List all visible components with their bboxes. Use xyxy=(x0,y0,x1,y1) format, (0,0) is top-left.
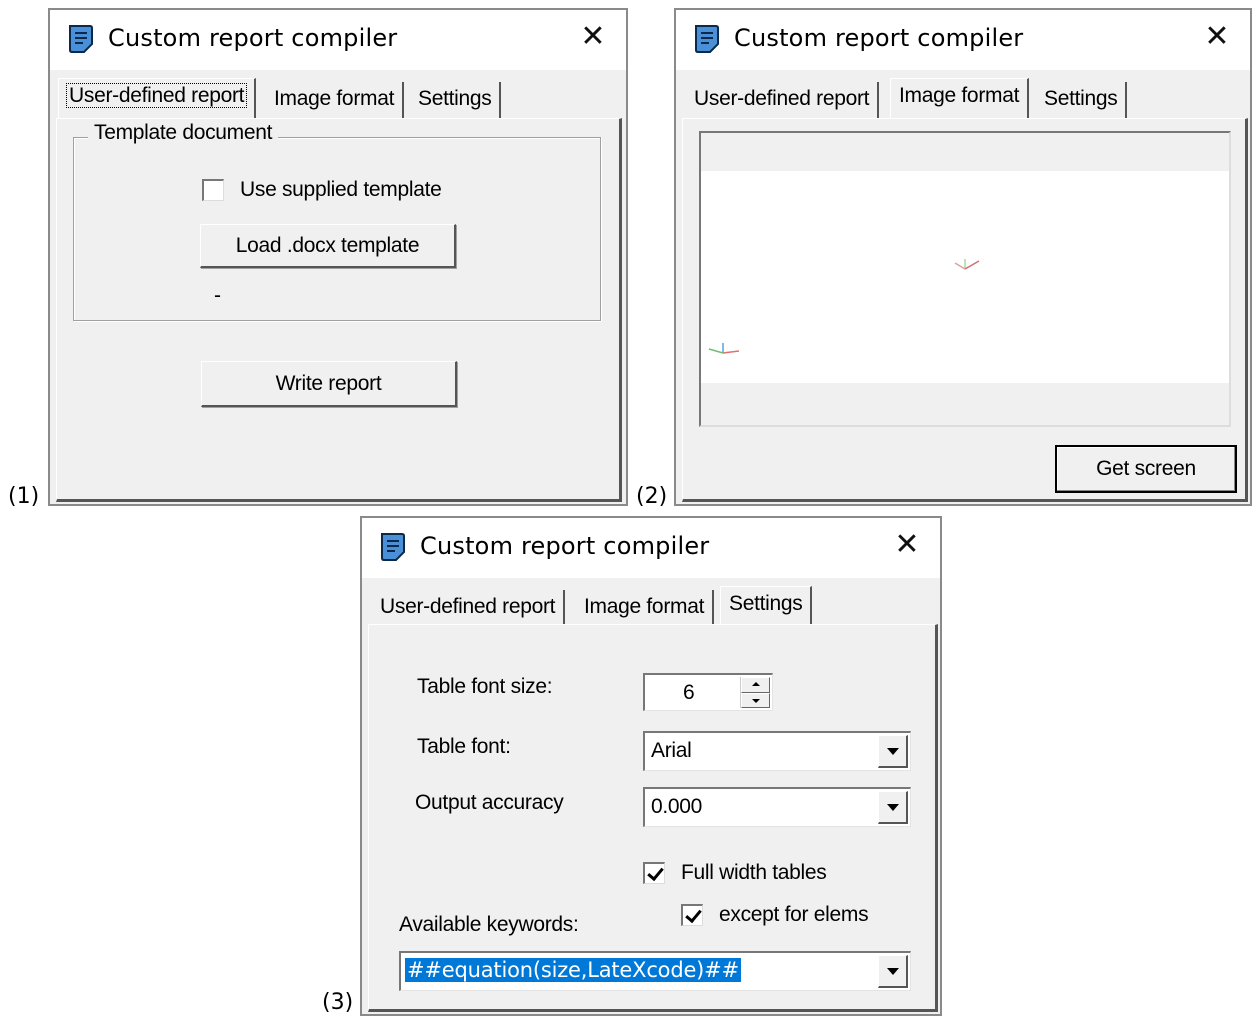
panel-label-1: (1) xyxy=(8,484,40,509)
close-icon[interactable]: ✕ xyxy=(890,528,924,562)
available-keywords-select[interactable]: ##equation(size,LateXcode)## xyxy=(399,951,911,991)
window-title: Custom report compiler xyxy=(420,532,710,560)
panel-label-2: (2) xyxy=(636,484,668,509)
window-title: Custom report compiler xyxy=(734,24,1024,52)
available-keywords-label: Available keywords: xyxy=(399,913,579,936)
tab-image-format[interactable]: Image format xyxy=(890,78,1030,118)
spin-up-icon[interactable] xyxy=(741,677,770,693)
close-icon[interactable]: ✕ xyxy=(576,20,610,54)
report-compiler-window-2: Custom report compiler ✕ User-defined re… xyxy=(674,8,1252,506)
report-compiler-window-1: Custom report compiler ✕ User-defined re… xyxy=(48,8,628,506)
close-icon[interactable]: ✕ xyxy=(1200,20,1234,54)
document-icon xyxy=(381,533,405,561)
tab-image-format[interactable]: Image format xyxy=(576,590,715,626)
tab-panel-settings: Table font size: 6 Table font: Arial Out… xyxy=(368,624,938,1012)
tab-image-format[interactable]: Image format xyxy=(266,82,405,118)
spin-buttons xyxy=(740,677,770,708)
table-font-select[interactable]: Arial xyxy=(643,731,911,771)
tab-user-defined-report[interactable]: User-defined report xyxy=(372,590,566,626)
full-width-tables-row[interactable]: Full width tables xyxy=(643,861,827,885)
use-template-row[interactable]: Use supplied template xyxy=(202,178,442,202)
tab-user-defined-report[interactable]: User-defined report xyxy=(58,78,257,118)
screen-preview-canvas xyxy=(701,171,1229,383)
get-screen-button[interactable]: Get screen xyxy=(1055,445,1237,493)
document-icon xyxy=(695,25,719,53)
full-width-tables-checkbox[interactable] xyxy=(643,862,665,884)
tab-settings[interactable]: Settings xyxy=(1036,82,1128,118)
output-accuracy-select[interactable]: 0.000 xyxy=(643,787,911,827)
group-title: Template document xyxy=(88,121,279,145)
report-compiler-window-3: Custom report compiler ✕ User-defined re… xyxy=(360,516,942,1016)
tab-settings[interactable]: Settings xyxy=(720,586,813,626)
output-accuracy-label: Output accuracy xyxy=(415,791,564,814)
use-template-label: Use supplied template xyxy=(240,178,442,201)
template-path-text: - xyxy=(214,284,221,307)
load-docx-template-button[interactable]: Load .docx template xyxy=(200,224,456,268)
full-width-tables-label: Full width tables xyxy=(681,861,827,884)
template-document-group: Template document Use supplied template … xyxy=(73,121,601,321)
tab-panel-image-format: Get screen xyxy=(682,118,1248,502)
tab-user-defined-report[interactable]: User-defined report xyxy=(686,82,880,118)
axis-gizmo-corner-icon xyxy=(708,343,740,354)
chevron-down-icon[interactable] xyxy=(878,955,908,988)
table-font-size-value: 6 xyxy=(683,681,695,704)
tab-panel-user-defined: Template document Use supplied template … xyxy=(56,118,622,502)
except-for-elems-row[interactable]: except for elems xyxy=(681,903,869,927)
table-font-value: Arial xyxy=(651,739,692,762)
chevron-down-icon[interactable] xyxy=(878,735,908,768)
chevron-down-icon[interactable] xyxy=(878,791,908,824)
except-for-elems-checkbox[interactable] xyxy=(681,904,703,926)
titlebar: Custom report compiler ✕ xyxy=(50,10,626,70)
output-accuracy-value: 0.000 xyxy=(651,795,703,818)
spin-down-icon[interactable] xyxy=(741,692,770,708)
axis-gizmo-center-icon xyxy=(954,259,980,270)
use-template-checkbox[interactable] xyxy=(202,179,224,201)
except-for-elems-label: except for elems xyxy=(719,903,869,926)
screen-preview-frame xyxy=(699,131,1231,427)
keyword-value: ##equation(size,LateXcode)## xyxy=(405,958,741,982)
table-font-size-label: Table font size: xyxy=(417,675,553,698)
tab-settings[interactable]: Settings xyxy=(410,82,502,118)
document-icon xyxy=(69,25,93,53)
table-font-size-stepper[interactable]: 6 xyxy=(643,673,773,711)
window-title: Custom report compiler xyxy=(108,24,398,52)
panel-label-3: (3) xyxy=(322,990,354,1015)
table-font-label: Table font: xyxy=(417,735,511,758)
titlebar: Custom report compiler ✕ xyxy=(676,10,1250,70)
write-report-button[interactable]: Write report xyxy=(201,361,457,407)
titlebar: Custom report compiler ✕ xyxy=(362,518,940,578)
